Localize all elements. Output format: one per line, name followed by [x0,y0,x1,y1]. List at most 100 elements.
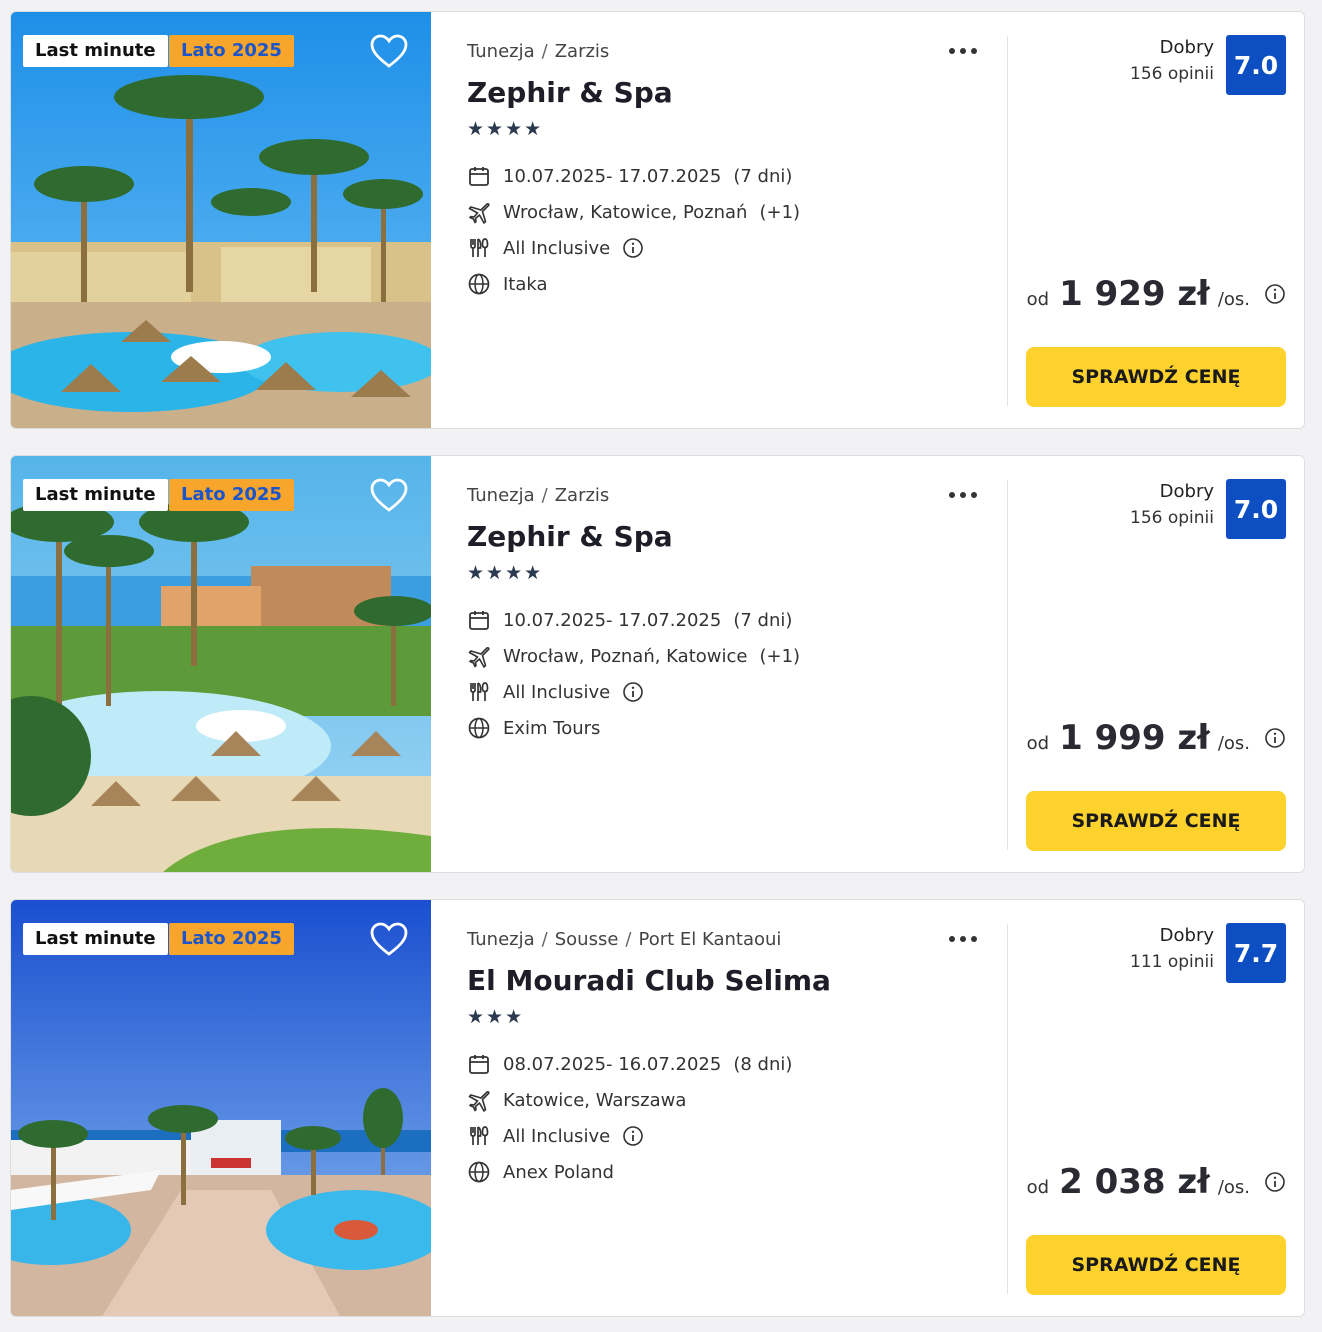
operator-row: Itaka [467,271,548,297]
price-block: od 1 929 zł /os. [1027,274,1286,314]
season-badge: Lato 2025 [169,923,294,955]
breadcrumb-country[interactable]: Tunezja [467,929,535,950]
airports-row: Katowice, Warszawa [467,1087,686,1113]
more-options-icon[interactable] [949,39,985,61]
hotel-photo[interactable]: Last minute Lato 2025 [11,456,431,872]
rating-block[interactable]: Dobry 156 opinii 7.0 [1130,479,1286,539]
price-prefix: od [1026,733,1050,754]
board-row: All Inclusive [467,679,644,705]
favorite-heart-icon[interactable] [369,476,409,516]
globe-icon [467,1160,491,1184]
review-count[interactable]: 156 opinii [1130,61,1214,87]
breadcrumb-city[interactable]: Port El Kantaoui [638,929,781,950]
cutlery-icon [467,680,491,704]
info-icon[interactable] [622,237,644,259]
divider [1007,480,1008,850]
airports-text: Wrocław, Poznań, Katowice [503,645,748,667]
favorite-heart-icon[interactable] [369,920,409,960]
cutlery-icon [467,1124,491,1148]
breadcrumb-country[interactable]: Tunezja [467,485,535,506]
dates-row: 10.07.2025- 17.07.2025 (7 dni) [467,607,792,633]
plane-icon [467,200,491,224]
dates-row: 08.07.2025- 16.07.2025 (8 dni) [467,1051,792,1077]
price-amount: 2 038 zł [1059,1162,1210,1202]
plane-icon [467,644,491,668]
board-text: All Inclusive [503,237,611,259]
hotel-name[interactable]: Zephir & Spa [467,520,673,553]
rating-label: Dobry [1159,925,1214,946]
calendar-icon [467,1052,491,1076]
favorite-heart-icon[interactable] [369,32,409,72]
offer-card[interactable]: Last minute Lato 2025 Tunezja / Zarzis Zep… [10,11,1305,429]
price-block: od 2 038 zł /os. [1027,1162,1286,1202]
rating-block[interactable]: Dobry 111 opinii 7.7 [1130,923,1286,983]
breadcrumb-country[interactable]: Tunezja [467,41,535,62]
price-info-icon[interactable] [1264,1171,1286,1193]
breadcrumb: Tunezja / Zarzis [467,485,610,506]
rating-block[interactable]: Dobry 156 opinii 7.0 [1130,35,1286,95]
operator-text: Itaka [503,273,548,295]
rating-label: Dobry [1159,37,1214,58]
offer-info: Tunezja / Zarzis Zephir & Spa ★★★★ 10.07.2… [467,12,987,428]
dates-row: 10.07.2025- 17.07.2025 (7 dni) [467,163,792,189]
offer-card[interactable]: Last minute Lato 2025 Tunezja / Sousse / Por… [10,899,1305,1317]
breadcrumb-region[interactable]: Sousse [555,929,619,950]
check-price-button[interactable]: SPRAWDŹ CENĘ [1026,347,1286,407]
duration-text: (7 dni) [733,165,793,187]
more-options-icon[interactable] [949,483,985,505]
globe-icon [467,272,491,296]
price-suffix: /os. [1217,289,1250,310]
airports-row: Wrocław, Poznań, Katowice (+1) [467,643,800,669]
info-icon[interactable] [622,1125,644,1147]
operator-row: Anex Poland [467,1159,614,1185]
divider [1007,924,1008,1294]
palm-resort-photo-icon [11,12,431,428]
airports-row: Wrocław, Katowice, Poznań (+1) [467,199,800,225]
star-rating: ★★★ [467,1006,525,1028]
hotel-name[interactable]: Zephir & Spa [467,76,673,109]
more-options-icon[interactable] [949,927,985,949]
airports-extra[interactable]: (+1) [759,202,800,223]
star-rating: ★★★★ [467,118,544,140]
review-count[interactable]: 156 opinii [1130,505,1214,531]
price-info-icon[interactable] [1264,283,1286,305]
operator-row: Exim Tours [467,715,600,741]
price-suffix: /os. [1217,1177,1250,1198]
rating-score: 7.0 [1226,479,1286,539]
airports-extra[interactable]: (+1) [759,646,800,667]
breadcrumb: Tunezja / Zarzis [467,41,610,62]
offer-card[interactable]: Last minute Lato 2025 Tunezja / Zarzis Zep… [10,455,1305,873]
check-price-button[interactable]: SPRAWDŹ CENĘ [1026,791,1286,851]
info-icon[interactable] [622,681,644,703]
breadcrumb-city[interactable]: Zarzis [555,41,610,62]
last-minute-badge: Last minute [23,923,168,955]
cutlery-icon [467,236,491,260]
divider [1007,36,1008,406]
price-info-icon[interactable] [1264,727,1286,749]
airports-text: Katowice, Warszawa [503,1089,687,1111]
offer-info: Tunezja / Zarzis Zephir & Spa ★★★★ 10.07.2… [467,456,987,872]
breadcrumb-city[interactable]: Zarzis [555,485,610,506]
duration-text: (7 dni) [733,609,793,631]
board-row: All Inclusive [467,235,644,261]
price-block: od 1 999 zł /os. [1027,718,1286,758]
price-prefix: od [1026,1177,1050,1198]
airports-text: Wrocław, Katowice, Poznań [503,201,748,223]
board-text: All Inclusive [503,681,611,703]
last-minute-badge: Last minute [23,35,168,67]
review-count[interactable]: 111 opinii [1130,949,1214,975]
calendar-icon [467,164,491,188]
hotel-name[interactable]: El Mouradi Club Selima [467,964,831,997]
price-amount: 1 999 zł [1059,718,1210,758]
offer-info: Tunezja / Sousse / Port El Kantaoui El Moura… [467,900,987,1316]
dates-text: 10.07.2025- 17.07.2025 [503,165,722,187]
breadcrumb: Tunezja / Sousse / Port El Kantaoui [467,929,782,950]
plane-icon [467,1088,491,1112]
operator-text: Exim Tours [503,717,601,739]
hotel-photo[interactable]: Last minute Lato 2025 [11,12,431,428]
hotel-photo[interactable]: Last minute Lato 2025 [11,900,431,1316]
board-text: All Inclusive [503,1125,611,1147]
check-price-button[interactable]: SPRAWDŹ CENĘ [1026,1235,1286,1295]
seaside-resort-photo-icon [11,900,431,1316]
offer-list: Last minute Lato 2025 Tunezja / Zarzis Zep… [0,0,1322,1332]
